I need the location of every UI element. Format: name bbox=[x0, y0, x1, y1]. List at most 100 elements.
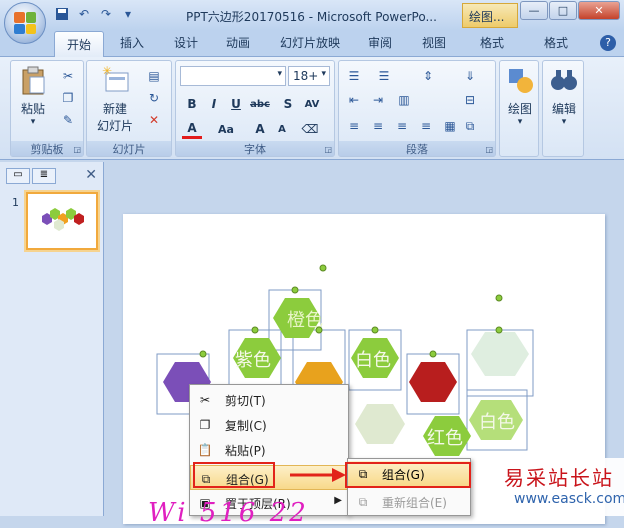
menu-item-paste-label: 粘贴(P) bbox=[225, 444, 266, 458]
paragraph-group-label: 段落 bbox=[339, 141, 495, 156]
tab-view[interactable]: 视图 bbox=[422, 34, 446, 51]
copy-icon: ❐ bbox=[199, 418, 211, 432]
slides-group: ✳ 新建 幻灯片 ▤ ↻ ✕ 幻灯片 bbox=[86, 60, 172, 157]
office-logo-icon bbox=[14, 12, 36, 34]
undo-icon[interactable]: ↶ bbox=[76, 6, 92, 22]
slides-tab[interactable]: ▭ bbox=[6, 168, 30, 184]
font-launcher-icon[interactable]: ◲ bbox=[324, 145, 332, 154]
clipboard-launcher-icon[interactable]: ◲ bbox=[73, 145, 81, 154]
tab-format-picture[interactable]: 格式 bbox=[544, 34, 568, 51]
font-color-button[interactable]: A bbox=[182, 119, 202, 139]
menu-item-copy-label: 复制(C) bbox=[225, 419, 267, 433]
line-spacing-icon[interactable]: ⇕ bbox=[419, 67, 437, 85]
help-icon[interactable]: ? bbox=[600, 35, 616, 51]
drawing-button[interactable]: 绘图 ▾ bbox=[502, 65, 538, 127]
new-slide-icon: ✳ bbox=[102, 64, 129, 92]
ribbon: 粘贴 ▾ ✂ ❐ ✎ 剪贴板 ◲ ✳ 新建 幻灯片 ▤ ↻ ✕ 幻灯片 ▾ 18… bbox=[0, 56, 624, 160]
slide-number: 1 bbox=[12, 196, 19, 209]
paragraph-launcher-icon[interactable]: ◲ bbox=[485, 145, 493, 154]
save-icon[interactable] bbox=[54, 6, 70, 22]
slide-thumbnail[interactable] bbox=[26, 192, 98, 250]
align-center-icon[interactable]: ≡ bbox=[369, 117, 387, 135]
smartart-icon[interactable]: ⧉ bbox=[461, 117, 479, 135]
watermark-line2: www.easck.com bbox=[514, 491, 624, 507]
red-arrow-icon bbox=[290, 468, 346, 482]
delete-slide-icon[interactable]: ✕ bbox=[145, 111, 163, 129]
tab-format-drawing[interactable]: 格式 bbox=[480, 34, 504, 51]
clipboard-group-label: 剪贴板 bbox=[11, 141, 83, 156]
menu-item-paste[interactable]: 📋 粘贴(P) bbox=[190, 437, 348, 462]
submenu-item-regroup[interactable]: ⧉ 重新组合(E) bbox=[348, 489, 470, 514]
layout-icon[interactable]: ▤ bbox=[145, 67, 163, 85]
slides-panel: ▭ ≣ ✕ 1 bbox=[0, 162, 104, 516]
clipboard-group: 粘贴 ▾ ✂ ❐ ✎ 剪贴板 ◲ bbox=[10, 60, 84, 157]
tab-design[interactable]: 设计 bbox=[174, 34, 198, 51]
bold-button[interactable]: B bbox=[182, 94, 202, 114]
editing-group: 编辑 ▾ bbox=[542, 60, 584, 157]
copy-icon[interactable]: ❐ bbox=[59, 89, 77, 107]
new-slide-button[interactable]: ✳ 新建 幻灯片 bbox=[89, 64, 141, 134]
numbering-icon[interactable]: ☰ bbox=[375, 67, 393, 85]
paste-icon: 📋 bbox=[197, 443, 213, 457]
clear-format-icon[interactable]: ⌫ bbox=[300, 119, 320, 139]
hex-label-white-2: 白色 bbox=[479, 412, 515, 433]
cut-icon[interactable]: ✂ bbox=[59, 67, 77, 85]
binoculars-icon bbox=[551, 70, 577, 90]
justify-icon[interactable]: ≡ bbox=[417, 117, 435, 135]
slides-group-label: 幻灯片 bbox=[87, 141, 171, 156]
paste-button[interactable]: 粘贴 ▾ bbox=[15, 65, 51, 127]
hex-label-red: 红色 bbox=[427, 428, 463, 449]
close-button[interactable]: ✕ bbox=[578, 1, 620, 20]
tab-animation[interactable]: 动画 bbox=[226, 34, 250, 51]
paragraph-group: ☰ ☰ ⇕ ⇓ ⇤ ⇥ ▥ ⊟ ≡ ≡ ≡ ≡ ▦ ⧉ 段落 ◲ bbox=[338, 60, 496, 157]
increase-indent-icon[interactable]: ⇥ bbox=[369, 91, 387, 109]
strikethrough-button[interactable]: abc bbox=[250, 94, 270, 114]
distribute-icon[interactable]: ▦ bbox=[441, 117, 459, 135]
new-slide-label-2: 幻灯片 bbox=[96, 119, 133, 133]
ribbon-tabs: 开始 插入 设计 动画 幻灯片放映 审阅 视图 格式 格式 ? bbox=[0, 31, 624, 57]
tab-slideshow[interactable]: 幻灯片放映 bbox=[280, 34, 340, 51]
format-painter-icon[interactable]: ✎ bbox=[59, 111, 77, 129]
decrease-indent-icon[interactable]: ⇤ bbox=[345, 91, 363, 109]
tab-insert[interactable]: 插入 bbox=[120, 34, 144, 51]
font-name-field[interactable]: ▾ bbox=[180, 66, 286, 86]
menu-item-cut-label: 剪切(T) bbox=[225, 394, 266, 408]
regroup-icon: ⧉ bbox=[358, 494, 368, 509]
submenu-arrow-icon: ▶ bbox=[334, 495, 342, 506]
maximize-button[interactable]: □ bbox=[549, 1, 577, 20]
font-size-field[interactable]: 18+ ▾ bbox=[288, 66, 330, 86]
minimize-button[interactable]: — bbox=[520, 1, 548, 20]
italic-button[interactable]: I bbox=[204, 94, 224, 114]
new-slide-label: 新建 bbox=[102, 102, 127, 116]
bullets-icon[interactable]: ☰ bbox=[345, 67, 363, 85]
thumbnail-preview bbox=[42, 208, 84, 231]
watermark-line1: 易采站长站 bbox=[504, 466, 614, 490]
shrink-font-button[interactable]: A bbox=[272, 119, 292, 139]
menu-item-cut[interactable]: ✂ 剪切(T) bbox=[190, 387, 348, 412]
align-right-icon[interactable]: ≡ bbox=[393, 117, 411, 135]
align-left-icon[interactable]: ≡ bbox=[345, 117, 363, 135]
menu-item-copy[interactable]: ❐ 复制(C) bbox=[190, 412, 348, 437]
columns-icon[interactable]: ▥ bbox=[395, 91, 413, 109]
reset-icon[interactable]: ↻ bbox=[145, 89, 163, 107]
underline-button[interactable]: U bbox=[226, 94, 246, 114]
align-text-icon[interactable]: ⊟ bbox=[461, 91, 479, 109]
outline-tab[interactable]: ≣ bbox=[32, 168, 56, 184]
customize-icon[interactable]: ▾ bbox=[120, 6, 136, 22]
svg-text:✳: ✳ bbox=[102, 65, 112, 78]
office-button[interactable] bbox=[4, 2, 46, 44]
drawing-label: 绘图 bbox=[507, 102, 532, 116]
close-panel-icon[interactable]: ✕ bbox=[85, 167, 97, 183]
shadow-button[interactable]: S bbox=[278, 94, 298, 114]
change-case-button[interactable]: Aa bbox=[216, 119, 236, 139]
grow-font-button[interactable]: A bbox=[250, 119, 270, 139]
shapes-icon bbox=[509, 69, 533, 93]
tab-home[interactable]: 开始 bbox=[54, 31, 104, 57]
editing-label: 编辑 bbox=[551, 102, 576, 116]
editing-button[interactable]: 编辑 ▾ bbox=[545, 65, 583, 127]
tab-review[interactable]: 审阅 bbox=[368, 34, 392, 51]
quick-access-toolbar: ↶ ↷ ▾ bbox=[54, 6, 136, 22]
text-direction-icon[interactable]: ⇓ bbox=[461, 67, 479, 85]
char-spacing-button[interactable]: AV bbox=[302, 94, 322, 114]
redo-icon[interactable]: ↷ bbox=[98, 6, 114, 22]
